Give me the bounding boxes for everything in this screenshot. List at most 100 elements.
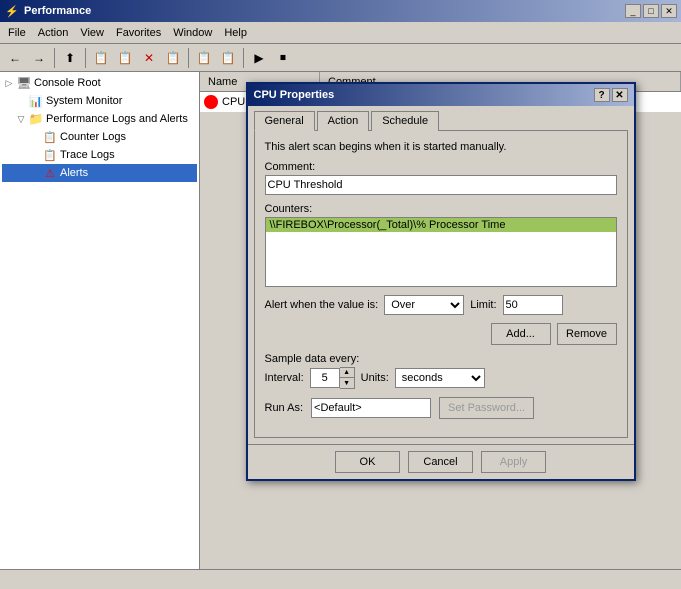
interval-label: Interval: xyxy=(265,372,304,384)
remove-button[interactable]: Remove xyxy=(557,323,617,345)
tree-panel: ▷ 🖥 Console Root 📊 System Monitor ▽ 📁 Pe… xyxy=(0,72,200,569)
system-monitor-icon: 📊 xyxy=(28,93,44,109)
menu-help[interactable]: Help xyxy=(218,25,253,41)
app-icon: ⚡ xyxy=(4,3,20,19)
computer-icon: 🖥 xyxy=(16,75,32,91)
counter-item[interactable]: \\FIREBOX\Processor(_Total)\% Processor … xyxy=(266,218,616,232)
toolbar-sep-1 xyxy=(54,48,55,68)
tree-trace-logs[interactable]: 📋 Trace Logs xyxy=(2,146,197,164)
counters-box[interactable]: \\FIREBOX\Processor(_Total)\% Processor … xyxy=(265,217,617,287)
run-as-row: Run As: Set Password... xyxy=(265,397,617,419)
app-title: Performance xyxy=(24,5,91,17)
menu-action[interactable]: Action xyxy=(32,25,75,41)
tree-console-root[interactable]: ▷ 🖥 Console Root xyxy=(2,74,197,92)
interval-spinner: ▲ ▼ xyxy=(310,367,355,389)
tree-label-performance-logs: Performance Logs and Alerts xyxy=(46,113,188,125)
comment-group: Comment: xyxy=(265,161,617,195)
alert-when-select[interactable]: Over Under xyxy=(384,295,464,315)
main-layout: ▷ 🖥 Console Root 📊 System Monitor ▽ 📁 Pe… xyxy=(0,72,681,569)
dialog-footer: OK Cancel Apply xyxy=(248,444,634,479)
properties-button[interactable]: 📋 xyxy=(162,47,184,69)
menu-window[interactable]: Window xyxy=(167,25,218,41)
status-bar xyxy=(0,569,681,589)
close-button[interactable]: ✕ xyxy=(661,4,677,18)
minimize-button[interactable]: _ xyxy=(625,4,641,18)
sample-group: Sample data every: Interval: ▲ ▼ Units: xyxy=(265,353,617,389)
menu-file[interactable]: File xyxy=(2,25,32,41)
delete-button[interactable]: ✕ xyxy=(138,47,160,69)
trace-logs-icon: 📋 xyxy=(42,147,58,163)
copy-button-1[interactable]: 📋 xyxy=(90,47,112,69)
forward-button[interactable]: → xyxy=(28,47,50,69)
toolbar-sep-4 xyxy=(243,48,244,68)
counters-group: Counters: \\FIREBOX\Processor(_Total)\% … xyxy=(265,203,617,287)
interval-row: Interval: ▲ ▼ Units: seconds xyxy=(265,367,617,389)
counters-label: Counters: xyxy=(265,203,617,215)
apply-button[interactable]: Apply xyxy=(481,451,546,473)
stop-button[interactable]: ⏹ xyxy=(272,47,294,69)
run-as-input[interactable] xyxy=(311,398,431,418)
add-button[interactable]: Add... xyxy=(491,323,551,345)
dialog-title-bar: CPU Properties ? ✕ xyxy=(248,84,634,106)
title-bar: ⚡ Performance _ □ ✕ xyxy=(0,0,681,22)
tree-alerts[interactable]: ⚠ Alerts xyxy=(2,164,197,182)
tree-performance-logs[interactable]: ▽ 📁 Performance Logs and Alerts xyxy=(2,110,197,128)
alert-text: This alert scan begins when it is starte… xyxy=(265,141,507,153)
tree-counter-logs[interactable]: 📋 Counter Logs xyxy=(2,128,197,146)
menu-favorites[interactable]: Favorites xyxy=(110,25,167,41)
back-button[interactable]: ← xyxy=(4,47,26,69)
dialog-title-text: CPU Properties xyxy=(254,89,335,101)
view-button-1[interactable]: 📋 xyxy=(193,47,215,69)
comment-input[interactable] xyxy=(265,175,617,195)
dialog-help-button[interactable]: ? xyxy=(594,88,610,102)
toolbar-sep-2 xyxy=(85,48,86,68)
spin-buttons: ▲ ▼ xyxy=(340,367,355,389)
units-label: Units: xyxy=(361,372,389,384)
run-as-label: Run As: xyxy=(265,402,304,414)
limit-input[interactable] xyxy=(503,295,563,315)
cpu-properties-dialog: CPU Properties ? ✕ General Action Schedu… xyxy=(246,82,636,481)
sample-label: Sample data every: xyxy=(265,353,617,365)
tab-bar: General Action Schedule xyxy=(248,106,634,130)
interval-input[interactable] xyxy=(310,368,340,388)
title-bar-buttons: _ □ ✕ xyxy=(625,4,677,18)
cancel-button[interactable]: Cancel xyxy=(408,451,473,473)
dialog-overlay: CPU Properties ? ✕ General Action Schedu… xyxy=(200,72,681,569)
toolbar: ← → ⬆ 📋 📋 ✕ 📋 📋 📋 ▶ ⏹ xyxy=(0,44,681,72)
dialog-title-buttons: ? ✕ xyxy=(594,88,628,102)
tab-content-general: This alert scan begins when it is starte… xyxy=(254,130,628,438)
play-button[interactable]: ▶ xyxy=(248,47,270,69)
tree-system-monitor[interactable]: 📊 System Monitor xyxy=(2,92,197,110)
spin-up[interactable]: ▲ xyxy=(340,368,354,378)
tree-label-system-monitor: System Monitor xyxy=(46,95,122,107)
right-panel: Name Comment CPU CPU Threshold CPU Prope… xyxy=(200,72,681,569)
tree-label-console-root: Console Root xyxy=(34,77,101,89)
alert-when-row: Alert when the value is: Over Under Limi… xyxy=(265,295,617,315)
comment-label: Comment: xyxy=(265,161,617,173)
tree-label-counter-logs: Counter Logs xyxy=(60,131,126,143)
units-select[interactable]: seconds minutes hours days xyxy=(395,368,485,388)
menu-view[interactable]: View xyxy=(74,25,110,41)
set-password-button[interactable]: Set Password... xyxy=(439,397,534,419)
ok-button[interactable]: OK xyxy=(335,451,400,473)
folder-icon: 📁 xyxy=(28,111,44,127)
tab-schedule[interactable]: Schedule xyxy=(371,111,439,131)
tab-action[interactable]: Action xyxy=(317,111,370,131)
alert-description: This alert scan begins when it is starte… xyxy=(265,141,617,153)
dialog-close-button[interactable]: ✕ xyxy=(612,88,628,102)
menu-bar: File Action View Favorites Window Help xyxy=(0,22,681,44)
spin-down[interactable]: ▼ xyxy=(340,378,354,388)
counter-logs-icon: 📋 xyxy=(42,129,58,145)
expand-console-root[interactable]: ▷ xyxy=(4,78,14,89)
tab-general[interactable]: General xyxy=(254,111,315,131)
add-remove-row: Add... Remove xyxy=(265,323,617,345)
maximize-button[interactable]: □ xyxy=(643,4,659,18)
paste-button[interactable]: 📋 xyxy=(114,47,136,69)
toolbar-sep-3 xyxy=(188,48,189,68)
up-button[interactable]: ⬆ xyxy=(59,47,81,69)
view-button-2[interactable]: 📋 xyxy=(217,47,239,69)
limit-label: Limit: xyxy=(470,299,496,311)
alert-when-label: Alert when the value is: xyxy=(265,299,379,311)
tree-label-alerts: Alerts xyxy=(60,167,88,179)
expand-performance-logs[interactable]: ▽ xyxy=(16,114,26,125)
